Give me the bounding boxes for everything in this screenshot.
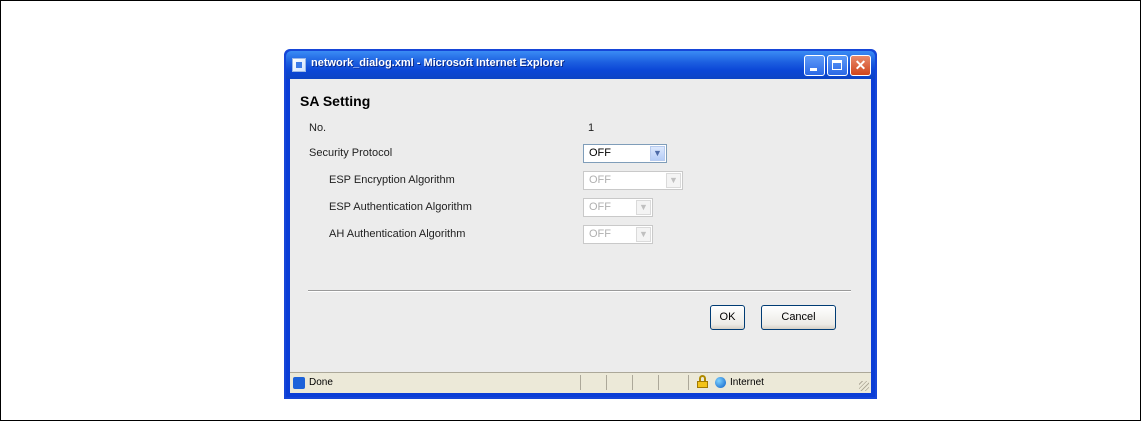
globe-icon (715, 377, 726, 388)
ah-authentication-label: AH Authentication Algorithm (329, 228, 466, 240)
status-divider (606, 375, 607, 390)
dialog-title: SA Setting (300, 93, 371, 109)
esp-authentication-label: ESP Authentication Algorithm (329, 201, 472, 213)
no-value: 1 (588, 122, 595, 134)
ie-page-icon (292, 58, 306, 72)
esp-authentication-value: OFF (589, 201, 611, 213)
close-icon: ✕ (854, 57, 867, 73)
close-button[interactable]: ✕ (850, 55, 871, 76)
esp-authentication-select: OFF ▼ (583, 198, 653, 217)
status-divider (688, 375, 689, 390)
chevron-down-icon: ▼ (666, 173, 681, 188)
security-zone: Internet (730, 377, 764, 388)
title-bar[interactable]: network_dialog.xml - Microsoft Internet … (286, 51, 875, 79)
resize-grip[interactable] (859, 381, 869, 391)
lock-icon (697, 375, 708, 388)
esp-encryption-select: OFF ▼ (583, 171, 683, 190)
maximize-button[interactable] (827, 55, 848, 76)
chevron-down-icon: ▼ (650, 146, 665, 161)
ok-button[interactable]: OK (710, 305, 745, 330)
chevron-down-icon: ▼ (636, 227, 651, 242)
status-text: Done (309, 377, 333, 388)
window-title: network_dialog.xml - Microsoft Internet … (311, 57, 565, 69)
minimize-button[interactable] (804, 55, 825, 76)
ie-window: network_dialog.xml - Microsoft Internet … (284, 49, 877, 399)
ie-page-icon (293, 377, 305, 389)
security-protocol-label: Security Protocol (309, 147, 393, 159)
status-bar: Done Internet (290, 372, 871, 393)
chevron-down-icon: ▼ (636, 200, 651, 215)
ah-authentication-value: OFF (589, 228, 611, 240)
cancel-button[interactable]: Cancel (761, 305, 836, 330)
no-label: No. (309, 122, 327, 134)
security-protocol-value: OFF (589, 147, 611, 159)
status-divider (632, 375, 633, 390)
ah-authentication-select: OFF ▼ (583, 225, 653, 244)
dialog-content: SA Setting No. 1 Security Protocol OFF ▼… (290, 79, 871, 373)
status-divider (658, 375, 659, 390)
esp-encryption-label: ESP Encryption Algorithm (329, 174, 455, 186)
esp-encryption-value: OFF (589, 174, 611, 186)
status-divider (580, 375, 581, 390)
divider (308, 290, 851, 292)
security-protocol-select[interactable]: OFF ▼ (583, 144, 667, 163)
